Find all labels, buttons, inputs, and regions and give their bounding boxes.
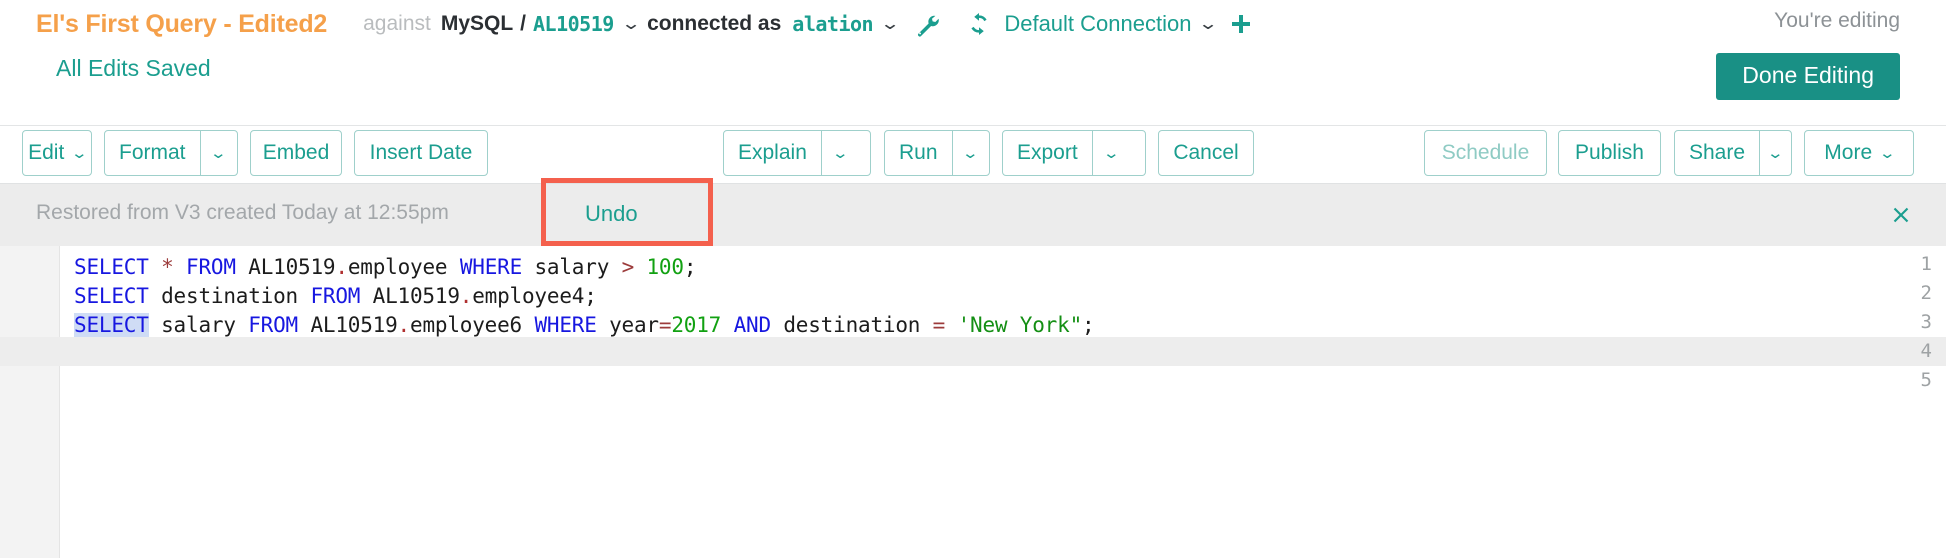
explain-button[interactable]: Explain (724, 131, 821, 175)
code-token: * (161, 255, 174, 279)
sql-query-editor-page: El's First Query - Edited2 against MySQL… (0, 0, 1946, 558)
code-token: AL10519 (235, 255, 336, 279)
publish-button[interactable]: Publish (1558, 130, 1661, 176)
cancel-button[interactable]: Cancel (1158, 130, 1254, 176)
explain-split-button[interactable]: Explain ⌄ (723, 130, 871, 176)
code-token: AL10519 (298, 313, 398, 337)
code-token: ; (1082, 313, 1095, 337)
code-line[interactable] (60, 369, 1946, 398)
all-edits-saved-label: All Edits Saved (56, 55, 211, 81)
schedule-button[interactable]: Schedule (1424, 130, 1547, 176)
chevron-down-icon-more: ⌄ (1878, 145, 1897, 162)
code-token: employee6 (410, 313, 535, 337)
chevron-down-icon-explain[interactable]: ⌄ (820, 131, 859, 175)
chevron-down-icon-schema[interactable]: ⌄ (621, 14, 642, 34)
plus-icon[interactable] (1229, 12, 1253, 36)
more-button[interactable]: More ⌄ (1804, 130, 1914, 176)
code-line[interactable] (60, 340, 1946, 369)
chevron-down-icon-connection[interactable]: ⌄ (1198, 14, 1219, 34)
chevron-down-icon-format[interactable]: ⌄ (199, 131, 237, 175)
code-token: SELECT (74, 313, 149, 337)
embed-button[interactable]: Embed (250, 130, 342, 176)
wrench-icon[interactable] (914, 11, 940, 37)
run-split-button[interactable]: Run ⌄ (884, 130, 990, 176)
code-token: FROM (248, 313, 298, 337)
code-token: 'New York" (957, 313, 1083, 337)
code-content[interactable]: SELECT * FROM AL10519.employee WHERE sal… (60, 246, 1946, 558)
code-token: WHERE (459, 255, 523, 279)
export-button[interactable]: Export (1003, 131, 1092, 175)
restore-notification-message: Restored from V3 created Today at 12:55p… (36, 201, 449, 224)
code-token: WHERE (534, 313, 597, 337)
page-title[interactable]: El's First Query - Edited2 (36, 10, 327, 39)
insert-date-button[interactable]: Insert Date (354, 130, 488, 176)
datasource-breadcrumb: against MySQL / AL10519 ⌄ connected as a… (363, 11, 1253, 37)
code-token: SELECT (74, 255, 149, 279)
save-status-bar: All Edits Saved Done Editing (0, 48, 1946, 100)
code-token: salary (148, 313, 249, 337)
format-split-button[interactable]: Format ⌄ (104, 130, 238, 176)
refresh-icon[interactable] (966, 11, 992, 37)
chevron-down-icon-edit: ⌄ (70, 145, 89, 162)
code-token: . (397, 313, 411, 337)
code-token: employee (347, 255, 460, 279)
restore-notification-bar: Restored from V3 created Today at 12:55p… (0, 183, 1946, 246)
format-button[interactable]: Format (105, 131, 200, 175)
undo-button[interactable]: Undo (585, 201, 638, 227)
edit-button[interactable]: Edit ⌄ (22, 130, 92, 176)
code-token: AL10519 (360, 284, 460, 308)
schema-name[interactable]: AL10519 (533, 12, 614, 36)
code-token: FROM (186, 255, 236, 279)
code-token: AND (733, 313, 772, 337)
done-editing-button[interactable]: Done Editing (1716, 53, 1900, 100)
code-token: year (596, 313, 659, 337)
code-token: ; (683, 255, 697, 279)
code-token: 2017 (671, 313, 722, 337)
chevron-down-icon-share[interactable]: ⌄ (1759, 131, 1791, 175)
connected-as-label: connected as (647, 12, 782, 35)
code-line[interactable]: SELECT destination FROM AL10519.employee… (60, 282, 1946, 311)
chevron-down-icon-run[interactable]: ⌄ (951, 131, 989, 175)
code-line[interactable]: SELECT * FROM AL10519.employee WHERE sal… (60, 253, 1946, 282)
code-token: employee4; (472, 284, 597, 308)
share-split-button[interactable]: Share ⌄ (1674, 130, 1792, 176)
code-token: SELECT (74, 284, 149, 308)
against-label: against (363, 12, 431, 35)
datasource-name: MySQL (440, 12, 514, 35)
code-token: . (335, 255, 348, 279)
editing-status: You're editing (1774, 9, 1900, 32)
breadcrumb-separator: / (520, 12, 527, 35)
share-button[interactable]: Share (1675, 131, 1759, 175)
chevron-down-icon-user[interactable]: ⌄ (880, 14, 901, 34)
code-token: destination (770, 313, 933, 337)
connection-name[interactable]: Default Connection (1004, 11, 1191, 37)
editor-toolbar: Edit ⌄ Format ⌄ Embed Insert Date Explai… (0, 126, 1946, 182)
code-token: destination (148, 284, 311, 308)
sql-code-editor[interactable]: 12345 SELECT * FROM AL10519.employee WHE… (0, 246, 1946, 558)
code-token: . (459, 284, 473, 308)
code-token: 100 (646, 255, 684, 279)
code-token: salary (522, 255, 622, 279)
code-token: > (621, 255, 635, 279)
code-token: FROM (310, 284, 361, 308)
export-split-button[interactable]: Export ⌄ (1002, 130, 1146, 176)
close-icon[interactable] (1888, 202, 1914, 228)
header-bar: El's First Query - Edited2 against MySQL… (0, 0, 1946, 48)
line-number-gutter (0, 246, 60, 558)
code-token: = (932, 313, 946, 337)
code-token: = (658, 313, 672, 337)
chevron-down-icon-export[interactable]: ⌄ (1091, 131, 1130, 175)
code-line[interactable]: SELECT salary FROM AL10519.employee6 WHE… (60, 311, 1946, 340)
run-button[interactable]: Run (885, 131, 952, 175)
connected-user[interactable]: alation (792, 12, 873, 36)
